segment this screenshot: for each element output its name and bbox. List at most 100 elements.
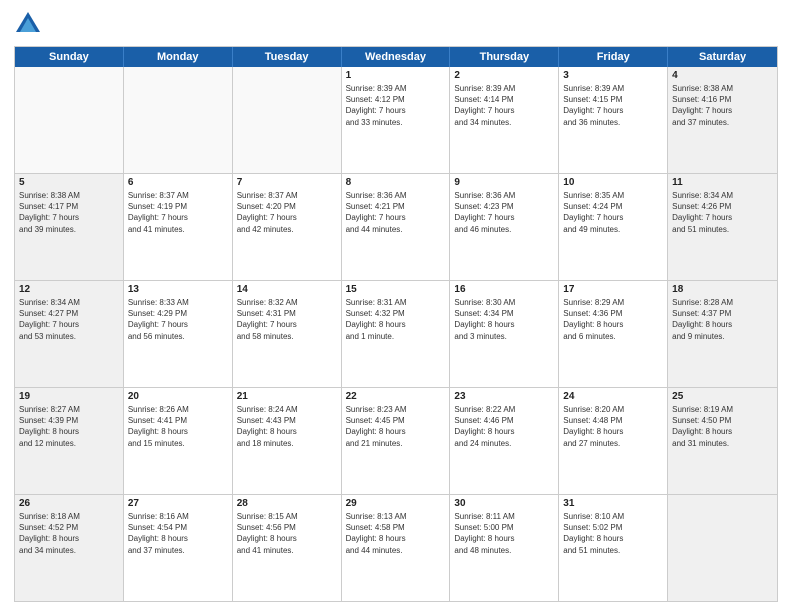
cell-text: Sunrise: 8:33 AM Sunset: 4:29 PM Dayligh… (128, 297, 228, 342)
cell-text: Sunrise: 8:29 AM Sunset: 4:36 PM Dayligh… (563, 297, 663, 342)
cell-text: Sunrise: 8:39 AM Sunset: 4:14 PM Dayligh… (454, 83, 554, 128)
calendar-cell: 29Sunrise: 8:13 AM Sunset: 4:58 PM Dayli… (342, 495, 451, 601)
calendar-row: 1 Sunrise: 8:39 AM Sunset: 4:12 PM Daylig… (15, 67, 777, 174)
day-number: 23 (454, 391, 554, 402)
calendar-cell: 26 Sunrise: 8:18 AM Sunset: 4:52 PM Dayli… (15, 495, 124, 601)
day-number: 28 (237, 498, 337, 509)
calendar-cell: 7 Sunrise: 8:37 AM Sunset: 4:20 PM Daylig… (233, 174, 342, 280)
calendar-cell: 21 Sunrise: 8:24 AM Sunset: 4:43 PM Dayli… (233, 388, 342, 494)
day-number: 30 (454, 498, 554, 509)
calendar-cell: 6Sunrise: 8:37 AM Sunset: 4:19 PM Daylig… (124, 174, 233, 280)
calendar-cell: 23 Sunrise: 8:22 AM Sunset: 4:46 PM Dayli… (450, 388, 559, 494)
logo-icon (14, 10, 42, 38)
calendar-cell: 2 Sunrise: 8:39 AM Sunset: 4:14 PM Daylig… (450, 67, 559, 173)
day-number: 11 (672, 177, 773, 188)
day-number: 18 (672, 284, 773, 295)
calendar-cell: 31 Sunrise: 8:10 AM Sunset: 5:02 PM Dayli… (559, 495, 668, 601)
calendar-cell: 10Sunrise: 8:35 AM Sunset: 4:24 PM Dayli… (559, 174, 668, 280)
day-number: 7 (237, 177, 337, 188)
weekday-header: Monday (124, 47, 233, 67)
day-number: 3 (563, 70, 663, 81)
day-number: 19 (19, 391, 119, 402)
calendar-cell: 25 Sunrise: 8:19 AM Sunset: 4:50 PM Dayli… (668, 388, 777, 494)
calendar-cell: 13 Sunrise: 8:33 AM Sunset: 4:29 PM Dayli… (124, 281, 233, 387)
cell-text: Sunrise: 8:38 AM Sunset: 4:17 PM Dayligh… (19, 190, 119, 235)
calendar-cell: 22Sunrise: 8:23 AM Sunset: 4:45 PM Dayli… (342, 388, 451, 494)
weekday-header: Friday (559, 47, 668, 67)
calendar-cell: 1 Sunrise: 8:39 AM Sunset: 4:12 PM Daylig… (342, 67, 451, 173)
day-number: 21 (237, 391, 337, 402)
calendar-cell: 9 Sunrise: 8:36 AM Sunset: 4:23 PM Daylig… (450, 174, 559, 280)
calendar-cell: 30 Sunrise: 8:11 AM Sunset: 5:00 PM Dayli… (450, 495, 559, 601)
cell-text: Sunrise: 8:10 AM Sunset: 5:02 PM Dayligh… (563, 511, 663, 556)
day-number: 10 (563, 177, 663, 188)
calendar-cell: 12Sunrise: 8:34 AM Sunset: 4:27 PM Dayli… (15, 281, 124, 387)
calendar-cell: 19 Sunrise: 8:27 AM Sunset: 4:39 PM Dayli… (15, 388, 124, 494)
day-number: 17 (563, 284, 663, 295)
calendar-row: 19 Sunrise: 8:27 AM Sunset: 4:39 PM Dayli… (15, 388, 777, 495)
day-number: 16 (454, 284, 554, 295)
calendar-cell: 16 Sunrise: 8:30 AM Sunset: 4:34 PM Dayli… (450, 281, 559, 387)
weekday-header: Thursday (450, 47, 559, 67)
calendar-header: SundayMondayTuesdayWednesdayThursdayFrid… (15, 47, 777, 67)
calendar-row: 12Sunrise: 8:34 AM Sunset: 4:27 PM Dayli… (15, 281, 777, 388)
day-number: 5 (19, 177, 119, 188)
header (14, 10, 778, 38)
cell-text: Sunrise: 8:16 AM Sunset: 4:54 PM Dayligh… (128, 511, 228, 556)
day-number: 12 (19, 284, 119, 295)
calendar-cell: 27Sunrise: 8:16 AM Sunset: 4:54 PM Dayli… (124, 495, 233, 601)
logo (14, 10, 46, 38)
calendar-cell: 28 Sunrise: 8:15 AM Sunset: 4:56 PM Dayli… (233, 495, 342, 601)
calendar-cell: 20 Sunrise: 8:26 AM Sunset: 4:41 PM Dayli… (124, 388, 233, 494)
calendar-cell: 5 Sunrise: 8:38 AM Sunset: 4:17 PM Daylig… (15, 174, 124, 280)
cell-text: Sunrise: 8:37 AM Sunset: 4:20 PM Dayligh… (237, 190, 337, 235)
calendar-cell (15, 67, 124, 173)
day-number: 24 (563, 391, 663, 402)
calendar-cell: 24 Sunrise: 8:20 AM Sunset: 4:48 PM Dayli… (559, 388, 668, 494)
cell-text: Sunrise: 8:32 AM Sunset: 4:31 PM Dayligh… (237, 297, 337, 342)
cell-text: Sunrise: 8:11 AM Sunset: 5:00 PM Dayligh… (454, 511, 554, 556)
calendar-cell: 14 Sunrise: 8:32 AM Sunset: 4:31 PM Dayli… (233, 281, 342, 387)
calendar-cell (668, 495, 777, 601)
cell-text: Sunrise: 8:31 AM Sunset: 4:32 PM Dayligh… (346, 297, 446, 342)
day-number: 20 (128, 391, 228, 402)
weekday-header: Tuesday (233, 47, 342, 67)
weekday-header: Wednesday (342, 47, 451, 67)
cell-text: Sunrise: 8:22 AM Sunset: 4:46 PM Dayligh… (454, 404, 554, 449)
day-number: 25 (672, 391, 773, 402)
cell-text: Sunrise: 8:19 AM Sunset: 4:50 PM Dayligh… (672, 404, 773, 449)
cell-text: Sunrise: 8:18 AM Sunset: 4:52 PM Dayligh… (19, 511, 119, 556)
day-number: 14 (237, 284, 337, 295)
calendar-cell: 18Sunrise: 8:28 AM Sunset: 4:37 PM Dayli… (668, 281, 777, 387)
cell-text: Sunrise: 8:20 AM Sunset: 4:48 PM Dayligh… (563, 404, 663, 449)
calendar: SundayMondayTuesdayWednesdayThursdayFrid… (14, 46, 778, 602)
calendar-cell: 17 Sunrise: 8:29 AM Sunset: 4:36 PM Dayli… (559, 281, 668, 387)
weekday-header: Saturday (668, 47, 777, 67)
weekday-header: Sunday (15, 47, 124, 67)
day-number: 1 (346, 70, 446, 81)
day-number: 8 (346, 177, 446, 188)
cell-text: Sunrise: 8:23 AM Sunset: 4:45 PM Dayligh… (346, 404, 446, 449)
calendar-cell (233, 67, 342, 173)
cell-text: Sunrise: 8:30 AM Sunset: 4:34 PM Dayligh… (454, 297, 554, 342)
cell-text: Sunrise: 8:34 AM Sunset: 4:26 PM Dayligh… (672, 190, 773, 235)
page: SundayMondayTuesdayWednesdayThursdayFrid… (0, 0, 792, 612)
day-number: 2 (454, 70, 554, 81)
cell-text: Sunrise: 8:26 AM Sunset: 4:41 PM Dayligh… (128, 404, 228, 449)
day-number: 31 (563, 498, 663, 509)
cell-text: Sunrise: 8:39 AM Sunset: 4:15 PM Dayligh… (563, 83, 663, 128)
day-number: 4 (672, 70, 773, 81)
calendar-row: 5 Sunrise: 8:38 AM Sunset: 4:17 PM Daylig… (15, 174, 777, 281)
calendar-cell: 3 Sunrise: 8:39 AM Sunset: 4:15 PM Daylig… (559, 67, 668, 173)
cell-text: Sunrise: 8:24 AM Sunset: 4:43 PM Dayligh… (237, 404, 337, 449)
cell-text: Sunrise: 8:15 AM Sunset: 4:56 PM Dayligh… (237, 511, 337, 556)
cell-text: Sunrise: 8:37 AM Sunset: 4:19 PM Dayligh… (128, 190, 228, 235)
cell-text: Sunrise: 8:36 AM Sunset: 4:23 PM Dayligh… (454, 190, 554, 235)
day-number: 13 (128, 284, 228, 295)
day-number: 9 (454, 177, 554, 188)
day-number: 15 (346, 284, 446, 295)
day-number: 26 (19, 498, 119, 509)
cell-text: Sunrise: 8:39 AM Sunset: 4:12 PM Dayligh… (346, 83, 446, 128)
calendar-cell: 15 Sunrise: 8:31 AM Sunset: 4:32 PM Dayli… (342, 281, 451, 387)
cell-text: Sunrise: 8:27 AM Sunset: 4:39 PM Dayligh… (19, 404, 119, 449)
